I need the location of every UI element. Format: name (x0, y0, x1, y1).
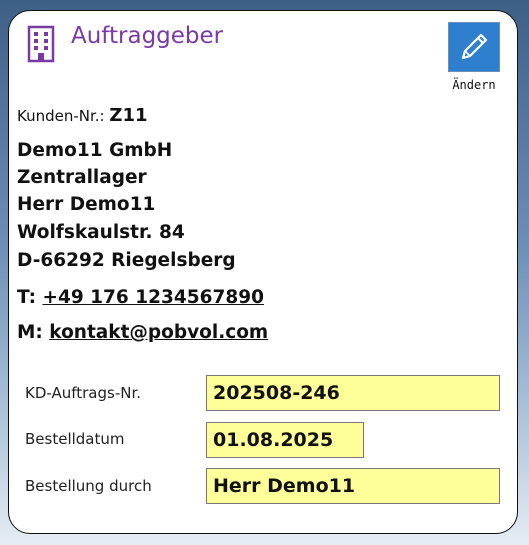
address-company: Demo11 GmbH (17, 140, 173, 161)
edit-label[interactable]: Ändern (443, 78, 505, 92)
orderer-card: Auftraggeber Ändern Kunden-Nr.: Z11 Demo… (8, 10, 518, 534)
order-date-field[interactable]: 01.08.2025 (206, 422, 364, 458)
address-contact: Herr Demo11 (17, 194, 156, 215)
card-title: Auftraggeber (71, 23, 224, 49)
phone-row: T: +49 176 1234567890 (17, 287, 264, 308)
customer-number-label: Kunden-Nr.: (17, 107, 105, 125)
email-row: M: kontakt@pobvol.com (17, 322, 268, 343)
email-label: M: (17, 322, 43, 343)
phone-link[interactable]: +49 176 1234567890 (42, 287, 263, 308)
email-link[interactable]: kontakt@pobvol.com (49, 322, 268, 343)
order-number-field[interactable]: 202508-246 (206, 375, 500, 411)
customer-number: Kunden-Nr.: Z11 (17, 105, 148, 126)
edit-button[interactable] (448, 22, 500, 72)
ordered-by-label: Bestellung durch (25, 477, 152, 495)
phone-label: T: (17, 287, 37, 308)
ordered-by-field[interactable]: Herr Demo11 (206, 468, 500, 504)
building-icon (27, 25, 55, 63)
address-line-2: Zentrallager (17, 167, 147, 188)
order-number-label: KD-Auftrags-Nr. (25, 384, 142, 402)
address-street: Wolfskaulstr. 84 (17, 222, 185, 243)
address-city: D-66292 Riegelsberg (17, 250, 236, 271)
customer-number-value: Z11 (109, 105, 148, 126)
pencil-icon (461, 33, 488, 60)
order-date-label: Bestelldatum (25, 430, 125, 448)
